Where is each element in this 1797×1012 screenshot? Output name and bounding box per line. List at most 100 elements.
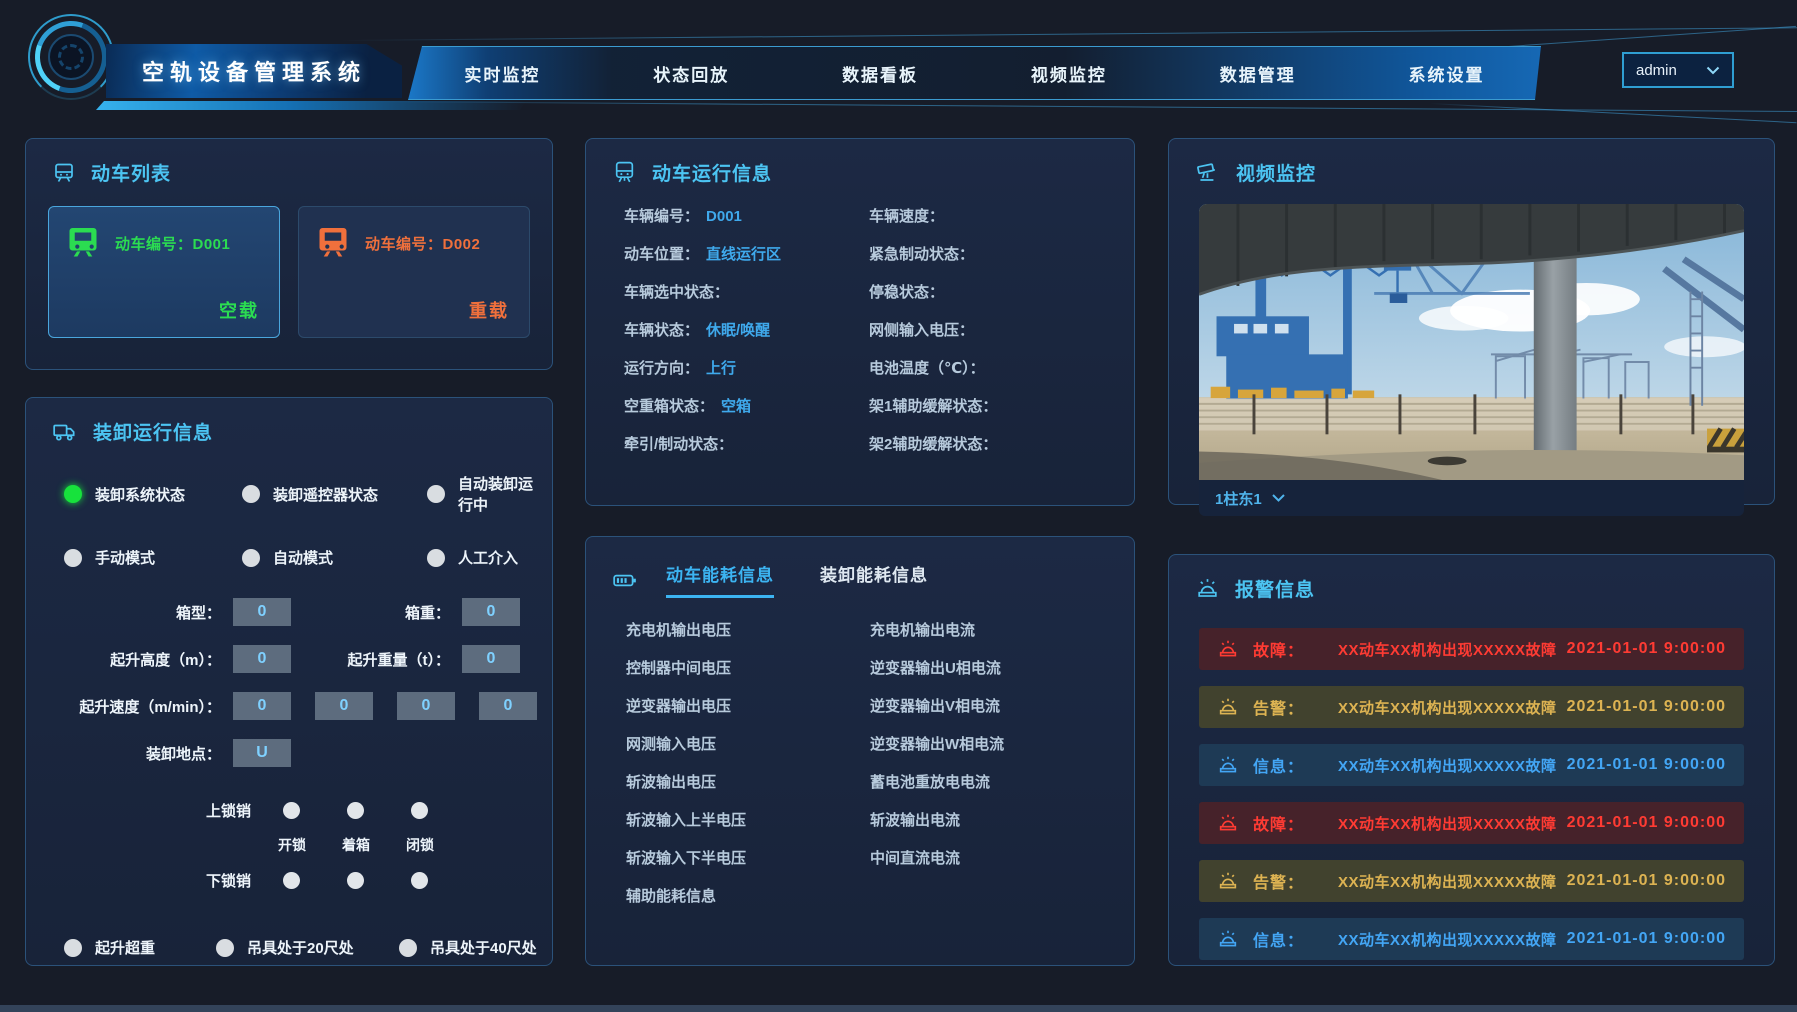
- alarm-type: 故障：: [1253, 643, 1305, 660]
- lift-height-label: 起升高度（m）：: [110, 651, 221, 669]
- indicator-spreader-20ft: 吊具处于20尺处: [216, 937, 399, 958]
- box-type-field[interactable]: 0: [233, 598, 291, 626]
- lift-height-field[interactable]: 0: [233, 645, 291, 673]
- lower-lock-open-light: [283, 871, 300, 889]
- run-info-item: 牵引/制动状态：: [624, 436, 734, 453]
- train-card-d001[interactable]: 动车编号：D001 空载: [48, 206, 280, 338]
- train-card-label: 动车编号：D001: [115, 235, 231, 253]
- train-icon: [319, 228, 347, 257]
- nav-item-databoard[interactable]: 数据看板: [786, 61, 975, 86]
- tab-loading-energy[interactable]: 装卸能耗信息: [820, 561, 928, 598]
- status-light-off: [242, 485, 260, 503]
- bottom-edge-bar: [0, 1005, 1797, 1012]
- upper-lock-closed-light: [411, 801, 428, 819]
- cctv-camera-icon: [1197, 162, 1215, 181]
- place-field[interactable]: U: [233, 739, 291, 767]
- energy-item: 控制器中间电压: [626, 660, 732, 677]
- video-title: 视频监控: [1236, 164, 1317, 185]
- energy-item: 逆变器输出V相电流: [870, 698, 1001, 715]
- alarm-row-fault[interactable]: 故障： XX动车XX机构出现XXXXX故障 2021-01-01 9:00:00: [1199, 802, 1744, 844]
- indicator-system-status: 装卸系统状态: [64, 473, 242, 515]
- energy-item: 逆变器输出电压: [626, 698, 732, 715]
- panel-alarms: 报警信息 故障： XX动车XX机构出现XXXXX故障 2021-01-01 9:…: [1168, 554, 1775, 966]
- siren-icon: [1219, 930, 1237, 947]
- title-glow-strip: [96, 101, 526, 110]
- alarm-time: 2021-01-01 9:00:00: [1566, 640, 1726, 657]
- energy-item: 中间直流电流: [870, 850, 961, 867]
- battery-icon: [613, 574, 636, 586]
- nav-item-settings[interactable]: 系统设置: [1352, 61, 1541, 86]
- siren-icon: [1219, 698, 1237, 715]
- run-info-item: 架2辅助缓解状态：: [869, 436, 998, 453]
- status-light-off: [64, 548, 82, 567]
- alarm-row-info[interactable]: 信息： XX动车XX机构出现XXXXX故障 2021-01-01 9:00:00: [1199, 744, 1744, 786]
- lock-state-labels: 开锁 着箱 闭锁: [278, 837, 434, 853]
- indicator-auto-running: 自动装卸运行中: [427, 473, 542, 515]
- panel-train-list: 动车列表 动车编号：D001 空载 动车编号：D002 重载: [25, 138, 553, 370]
- upper-lock-open-light: [283, 801, 300, 819]
- alarm-row-warn[interactable]: 告警： XX动车XX机构出现XXXXX故障 2021-01-01 9:00:00: [1199, 686, 1744, 728]
- lift-weight-field[interactable]: 0: [462, 645, 520, 673]
- lift-weight-label: 起升重量（t）：: [347, 651, 451, 669]
- lift-speed-field-3[interactable]: 0: [397, 692, 455, 720]
- alarm-row-info[interactable]: 信息： XX动车XX机构出现XXXXX故障 2021-01-01 9:00:00: [1199, 918, 1744, 960]
- panel-video: 视频监控 1柱东1: [1168, 138, 1775, 516]
- box-weight-field[interactable]: 0: [462, 598, 520, 626]
- run-info-item: 车辆编号： D001: [624, 208, 742, 225]
- alarm-time: 2021-01-01 9:00:00: [1566, 872, 1726, 889]
- chevron-down-icon: [1271, 494, 1285, 502]
- status-light-on: [64, 485, 82, 503]
- status-light-off: [216, 938, 234, 957]
- lower-lock-closed-light: [411, 871, 428, 889]
- nav-item-realtime[interactable]: 实时监控: [408, 61, 597, 86]
- alarm-row-fault[interactable]: 故障： XX动车XX机构出现XXXXX故障 2021-01-01 9:00:00: [1199, 628, 1744, 670]
- alarm-row-warn[interactable]: 告警： XX动车XX机构出现XXXXX故障 2021-01-01 9:00:00: [1199, 860, 1744, 902]
- energy-item: 斩波输入下半电压: [626, 850, 747, 867]
- header-deco-line: [1429, 103, 1797, 124]
- nav-item-datamgmt[interactable]: 数据管理: [1163, 61, 1352, 86]
- lift-speed-field-1[interactable]: 0: [233, 692, 291, 720]
- header-deco-line: [359, 101, 1797, 113]
- alarm-message: XX动车XX机构出现XXXXX故障: [1338, 873, 1557, 891]
- run-info-item: 车辆速度：: [869, 208, 945, 225]
- page-title: 空轨设备管理系统: [141, 60, 366, 85]
- upper-lock-seated-light: [347, 801, 364, 819]
- nav-item-video[interactable]: 视频监控: [974, 61, 1163, 86]
- port-scene: [1199, 204, 1744, 480]
- energy-grid: 充电机输出电压 充电机输出电流 控制器中间电压 逆变器输出U相电流 逆变器输出电…: [586, 604, 1134, 906]
- energy-item: 斩波输出电流: [870, 812, 961, 829]
- tab-train-energy[interactable]: 动车能耗信息: [666, 561, 774, 598]
- run-info-item: 动车位置： 直线运行区: [624, 246, 782, 263]
- run-info-item: 空重箱状态： 空箱: [624, 398, 752, 415]
- panel-loading-info: 装卸运行信息 装卸系统状态 装卸遥控器状态 自动装卸运行中 手动模式 自动模式 …: [25, 397, 553, 966]
- energy-item: 网测输入电压: [626, 736, 717, 753]
- train-card-d002[interactable]: 动车编号：D002 重载: [298, 206, 530, 338]
- alarms-title: 报警信息: [1235, 580, 1316, 601]
- nav-item-replay[interactable]: 状态回放: [597, 61, 786, 86]
- app-title-band: 空轨设备管理系统: [106, 44, 402, 98]
- run-info-item: 架1辅助缓解状态：: [869, 398, 998, 415]
- alarm-message: XX动车XX机构出现XXXXX故障: [1338, 931, 1557, 949]
- loading-indicators: 装卸系统状态 装卸遥控器状态 自动装卸运行中 手动模式 自动模式 人工介入: [26, 455, 552, 568]
- alarm-message: XX动车XX机构出现XXXXX故障: [1338, 699, 1557, 717]
- lift-speed-field-2[interactable]: 0: [315, 692, 373, 720]
- alarm-type: 故障：: [1253, 817, 1305, 834]
- energy-item: 辅助能耗信息: [626, 888, 717, 905]
- run-info-item: 网侧输入电压：: [869, 322, 975, 339]
- indicator-auto-mode: 自动模式: [242, 547, 427, 568]
- lift-speed-field-4[interactable]: 0: [479, 692, 537, 720]
- alarm-time: 2021-01-01 9:00:00: [1566, 814, 1726, 831]
- user-dropdown[interactable]: admin: [1622, 52, 1734, 88]
- alarm-time: 2021-01-01 9:00:00: [1566, 756, 1726, 773]
- status-light-off: [242, 548, 260, 567]
- alarm-time: 2021-01-01 9:00:00: [1566, 930, 1726, 947]
- indicator-lift-overweight: 起升超重: [64, 937, 216, 958]
- status-light-off: [427, 548, 445, 567]
- box-type-label: 箱型：: [175, 604, 221, 622]
- alarm-message: XX动车XX机构出现XXXXX故障: [1338, 641, 1557, 659]
- camera-select[interactable]: 1柱东1: [1199, 480, 1744, 516]
- panel-run-info: 动车运行信息 车辆编号： D001 车辆速度： 动车位置： 直线运行区 紧急制动状态…: [585, 138, 1135, 506]
- alarm-message: XX动车XX机构出现XXXXX故障: [1338, 757, 1557, 775]
- status-light-off: [64, 938, 82, 957]
- box-weight-label: 箱重：: [404, 604, 450, 622]
